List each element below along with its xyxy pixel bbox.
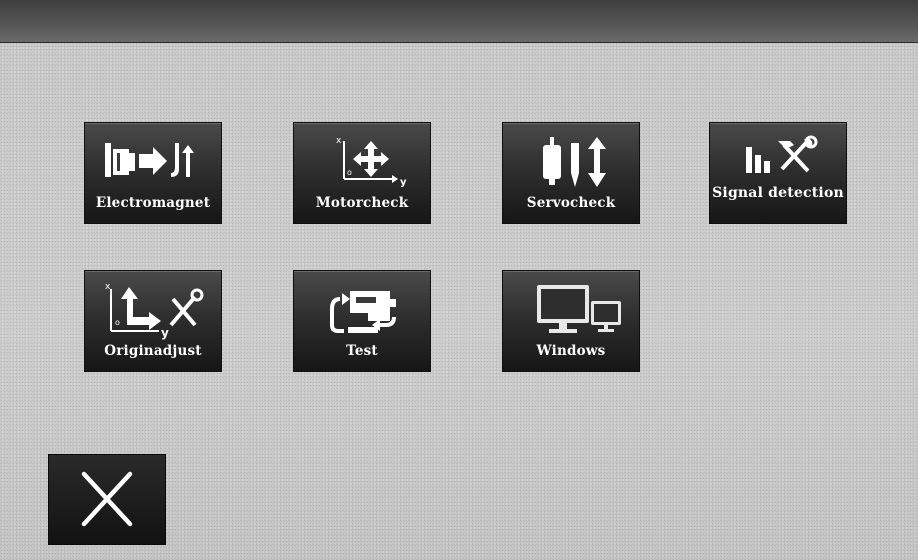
electromagnet-button[interactable]: Electromagnet xyxy=(84,122,222,224)
origin-adjust-icon: x o y xyxy=(85,277,221,341)
motorcheck-button[interactable]: x o y Motorcheck xyxy=(293,122,431,224)
motor-xy-icon: x o y xyxy=(294,129,430,193)
test-cycle-icon xyxy=(294,277,430,341)
screen: Electromagnet x o y Motorcheck Servochec… xyxy=(0,0,918,560)
signal-detection-button[interactable]: Signal detection xyxy=(709,122,847,224)
windows-label: Windows xyxy=(536,343,606,359)
axis-origin-glyph: o xyxy=(347,168,352,177)
signal-detection-label: Signal detection xyxy=(712,185,844,201)
axis-x-glyph: x xyxy=(336,136,342,146)
test-label: Test xyxy=(346,343,378,359)
originadjust-label: Originadjust xyxy=(104,343,202,359)
axis-x-glyph: x xyxy=(105,282,111,292)
axis-y-glyph: y xyxy=(161,326,169,340)
close-button[interactable] xyxy=(48,454,166,545)
electromagnet-label: Electromagnet xyxy=(95,195,211,211)
servocheck-label: Servocheck xyxy=(526,195,616,211)
close-icon xyxy=(81,471,133,527)
signal-tools-icon xyxy=(710,129,846,193)
motorcheck-label: Motorcheck xyxy=(315,195,409,211)
test-button[interactable]: Test xyxy=(293,270,431,372)
originadjust-button[interactable]: x o y Originadjust xyxy=(84,270,222,372)
top-bar xyxy=(0,0,918,43)
monitors-icon xyxy=(503,277,639,341)
axis-y-glyph: y xyxy=(400,177,407,188)
axis-origin-glyph: o xyxy=(115,318,120,327)
servocheck-button[interactable]: Servocheck xyxy=(502,122,640,224)
servo-icon xyxy=(503,129,639,193)
windows-button[interactable]: Windows xyxy=(502,270,640,372)
electromagnet-icon xyxy=(85,129,221,193)
